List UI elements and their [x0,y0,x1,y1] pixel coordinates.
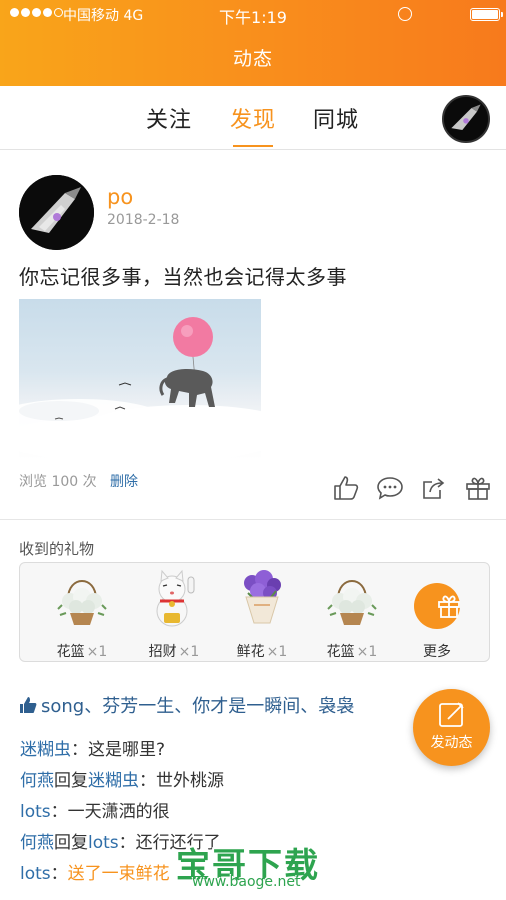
like-icon[interactable] [332,474,360,502]
gift-count: ×1 [356,644,378,660]
like-user[interactable]: 袅袅 [318,696,354,717]
new-post-button[interactable]: 发动态 [413,689,490,766]
more-gifts-button[interactable]: 更多 [399,569,475,660]
tab-bar: 关注 发现 同城 [0,86,506,150]
bouquet-icon [244,570,281,624]
status-bar: 中国移动 4G 下午1:19 [0,0,506,28]
gift-count: ×1 [266,644,288,660]
gift-name: 招财 [148,644,177,660]
comment-author[interactable]: lots [20,802,51,822]
new-post-label: 发动态 [430,735,473,751]
reply-target[interactable]: 迷糊虫 [88,771,139,791]
comment-author[interactable]: 何燕 [20,771,54,791]
comment-author[interactable]: 何燕 [20,833,54,853]
section-divider [0,519,506,520]
gift-message: 送了一束鲜花 [67,864,170,884]
post-text: 你忘记很多事，当然也会记得太多事 [19,265,347,289]
gift-item[interactable]: 招财 ×1 [136,569,212,660]
gift-item[interactable]: 鲜花 ×1 [224,569,300,660]
page-title: 动态 [232,48,273,70]
elephant-balloon-image [19,317,261,459]
avatar-image [19,175,94,250]
gifts-title: 收到的礼物 [19,540,95,558]
edit-icon [439,702,464,727]
like-user[interactable]: 芬芳一生 [102,696,174,717]
gift-list: 花篮 ×1 招财 ×1 鲜花 ×1 花篮 ×1 更多 [19,562,490,662]
view-count: 浏览 100 次 [19,474,97,490]
watermark-url: www.baoge.net [192,874,301,890]
comment-item[interactable]: lots：一天潇洒的很 [20,797,170,822]
gift-item[interactable]: 花篮 ×1 [44,569,120,660]
rotation-lock-icon [398,7,412,21]
gift-name: 鲜花 [236,644,265,660]
status-time: 下午1:19 [219,8,287,27]
tab-local[interactable]: 同城 [313,102,359,134]
post-image[interactable] [19,299,261,459]
comment-item[interactable]: lots：送了一束鲜花 [20,859,170,884]
gift-count: ×1 [86,644,108,660]
gift-count: ×1 [178,644,200,660]
tab-following[interactable]: 关注 [146,102,192,134]
tab-discover[interactable]: 发现 [230,102,276,147]
gift-name: 花篮 [326,644,355,660]
comment-icon[interactable] [376,474,404,502]
comment-author[interactable]: 迷糊虫 [20,740,71,760]
comment-text: 这是哪里? [88,740,166,760]
flower-basket-icon [57,580,107,625]
post-avatar[interactable] [19,175,94,250]
comment-item[interactable]: 迷糊虫：这是哪里? [20,735,165,760]
gift-icon[interactable] [464,474,492,502]
thumb-up-icon [20,697,37,713]
battery-icon [470,8,503,21]
avatar-image [444,97,488,141]
comment-text: 一天潇洒的很 [67,802,170,822]
post-date: 2018-2-18 [107,212,180,228]
top-bar: 中国移动 4G 下午1:19 动态 [0,0,506,86]
gift-name: 花篮 [56,644,85,660]
post-username[interactable]: po [107,185,133,209]
delete-link[interactable]: 删除 [110,471,138,491]
comment-text: 世外桃源 [156,771,224,791]
reply-target[interactable]: lots [88,833,119,853]
share-icon[interactable] [420,474,448,502]
more-label: 更多 [423,644,451,660]
gift-item[interactable]: 花篮 ×1 [314,569,390,660]
gift-icon [414,583,460,629]
likes-row: song、芬芳一生、你才是一瞬间、袅袅 [19,692,354,718]
like-user[interactable]: 你才是一瞬间 [192,696,300,717]
lucky-cat-icon [156,569,195,627]
comment-item[interactable]: 何燕回复迷糊虫：世外桃源 [20,766,224,791]
comment-author[interactable]: lots [20,864,51,884]
watermark: 宝哥下载 www.baoge.net [176,838,336,896]
avatar[interactable] [442,95,490,143]
flower-basket-icon [327,580,377,625]
like-user[interactable]: song [41,696,84,717]
